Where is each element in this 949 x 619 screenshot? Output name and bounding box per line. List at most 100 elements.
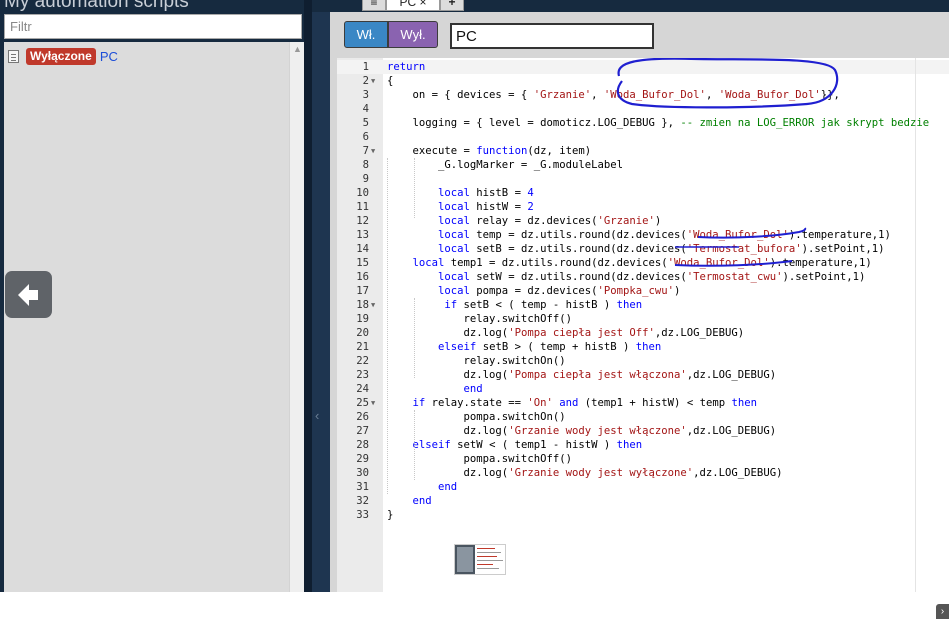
line-number: 12: [356, 215, 369, 227]
line-number: 17: [356, 285, 369, 297]
thumbnail-image: [455, 545, 503, 574]
line-number: 22: [356, 355, 369, 367]
line-number: 16: [356, 271, 369, 283]
code-line[interactable]: 26 pompa.switchOn(): [337, 410, 949, 424]
enable-button[interactable]: Wł.: [344, 21, 388, 48]
tab-pc[interactable]: PC ×: [386, 0, 440, 11]
code-line[interactable]: 24 end: [337, 382, 949, 396]
line-number: 7: [362, 145, 369, 157]
code-line[interactable]: 6: [337, 130, 949, 144]
code-line[interactable]: 12 local relay = dz.devices('Grzanie'): [337, 214, 949, 228]
code-line[interactable]: 25 ▼ if relay.state == 'On' and (temp1 + …: [337, 396, 949, 410]
code-text: logging = { level = domoticz.LOG_DEBUG }…: [387, 117, 930, 129]
line-number: 6: [362, 131, 369, 143]
code-line[interactable]: 1 return: [337, 60, 949, 74]
code-line[interactable]: 15 local temp1 = dz.utils.round(dz.devic…: [337, 256, 949, 270]
script-name-input[interactable]: [450, 23, 654, 49]
code-line[interactable]: 28 elseif setW < ( temp1 - histW ) then: [337, 438, 949, 452]
code-line[interactable]: 19 relay.switchOff(): [337, 312, 949, 326]
code-line[interactable]: 14 local setB = dz.utils.round(dz.device…: [337, 242, 949, 256]
list-scrollbar[interactable]: ▲: [289, 42, 304, 592]
line-number: 30: [356, 467, 369, 479]
code-line[interactable]: 16 local setW = dz.utils.round(dz.device…: [337, 270, 949, 284]
code-line[interactable]: 7 ▼ execute = function(dz, item): [337, 144, 949, 158]
code-line[interactable]: 17 local pompa = dz.devices('Pompka_cwu'…: [337, 284, 949, 298]
line-number: 15: [356, 257, 369, 269]
code-line[interactable]: 30 dz.log('Grzanie wody jest wyłączone',…: [337, 466, 949, 480]
line-number: 4: [362, 103, 369, 115]
list-icon: ≡: [370, 0, 378, 9]
code-text: execute = function(dz, item): [387, 145, 592, 157]
code-line[interactable]: 32 end: [337, 494, 949, 508]
code-line[interactable]: 29 pompa.switchOff(): [337, 452, 949, 466]
code-line[interactable]: 9: [337, 172, 949, 186]
code-text: dz.log('Pompa ciepła jest Off',dz.LOG_DE…: [387, 327, 745, 339]
line-number: 2: [362, 75, 369, 87]
scripts-panel: My automation scripts Wyłączone PC ▲: [0, 0, 304, 592]
code-line[interactable]: 18 ▼ if setB < ( temp - histB ) then: [337, 298, 949, 312]
back-button[interactable]: [5, 271, 52, 318]
filter-input[interactable]: [4, 14, 302, 39]
code-line[interactable]: 21 elseif setB > ( temp + histB ) then: [337, 340, 949, 354]
code-line[interactable]: 33}: [337, 508, 949, 522]
add-tab-button[interactable]: +: [440, 0, 464, 11]
code-editor[interactable]: 1 return 2 ▼{3 on = { devices = { 'Grzanie'…: [337, 58, 949, 592]
minimap-thumbnail: [454, 544, 506, 575]
code-line[interactable]: 23 dz.log('Pompa ciepła jest włączona',d…: [337, 368, 949, 382]
fold-toggle-icon[interactable]: ▼: [371, 396, 375, 410]
code-line[interactable]: 20 dz.log('Pompa ciepła jest Off',dz.LOG…: [337, 326, 949, 340]
panel-title: My automation scripts: [4, 0, 189, 12]
close-icon[interactable]: ×: [420, 0, 427, 9]
code-text: end: [412, 495, 432, 507]
line-number: 23: [356, 369, 369, 381]
line-number: 32: [356, 495, 369, 507]
line-number: 21: [356, 341, 369, 353]
scroll-up-icon[interactable]: ▲: [293, 44, 302, 54]
chevron-left-icon[interactable]: ‹: [315, 408, 319, 423]
code-text: local temp1 = dz.utils.round(dz.devices(…: [412, 257, 872, 269]
code-line[interactable]: 13 local temp = dz.utils.round(dz.device…: [337, 228, 949, 242]
line-number: 20: [356, 327, 369, 339]
code-text: if setB < ( temp - histB ) then: [444, 299, 643, 311]
code-text: _G.logMarker = _G.moduleLabel: [387, 159, 623, 171]
code-line[interactable]: 8 _G.logMarker = _G.moduleLabel: [337, 158, 949, 172]
code-text: {: [387, 75, 394, 87]
code-text: on = { devices = { 'Grzanie', 'Woda_Bufo…: [387, 89, 840, 101]
code-line[interactable]: 22 relay.switchOn(): [337, 354, 949, 368]
code-line[interactable]: 4: [337, 102, 949, 116]
disable-button[interactable]: Wył.: [388, 21, 438, 48]
code-line[interactable]: 11 local histW = 2: [337, 200, 949, 214]
collapse-strip[interactable]: ‹: [312, 12, 330, 592]
tab-bar: ≡ PC × +: [312, 0, 949, 12]
code-text: elseif setW < ( temp1 - histW ) then: [412, 439, 643, 451]
script-list-item[interactable]: Wyłączone PC: [8, 46, 118, 66]
line-number: 14: [356, 243, 369, 255]
line-number: 26: [356, 411, 369, 423]
code-line[interactable]: 3 on = { devices = { 'Grzanie', 'Woda_Bu…: [337, 88, 949, 102]
fold-toggle-icon[interactable]: ▼: [371, 144, 375, 158]
line-number: 13: [356, 229, 369, 241]
line-number: 25: [356, 397, 369, 409]
code-line[interactable]: 2 ▼ {: [337, 74, 949, 88]
script-name-link[interactable]: PC: [100, 49, 118, 64]
line-number: 8: [362, 159, 369, 171]
code-text: local temp = dz.utils.round(dz.devices('…: [438, 229, 891, 241]
line-number: 27: [356, 425, 369, 437]
expand-icon[interactable]: ›: [936, 604, 949, 619]
code-line[interactable]: 10 local histB = 4: [337, 186, 949, 200]
fold-toggle-icon[interactable]: ▼: [371, 298, 375, 312]
line-number: 31: [356, 481, 369, 493]
code-text: local relay = dz.devices('Grzanie'): [438, 215, 662, 227]
code-line[interactable]: 31 end: [337, 480, 949, 494]
panel-divider[interactable]: [304, 0, 312, 592]
line-number: 1: [362, 61, 369, 73]
line-number: 10: [356, 187, 369, 199]
tab-list[interactable]: ≡: [362, 0, 386, 11]
fold-toggle-icon[interactable]: ▼: [371, 74, 375, 88]
code-line[interactable]: 5 logging = { level = domoticz.LOG_DEBUG…: [337, 116, 949, 130]
code-text: local histW = 2: [438, 201, 534, 213]
code-line[interactable]: 27 dz.log('Grzanie wody jest włączone',d…: [337, 424, 949, 438]
indent-guide: [414, 410, 415, 480]
line-number: 5: [362, 117, 369, 129]
code-text: local histB = 4: [438, 187, 534, 199]
